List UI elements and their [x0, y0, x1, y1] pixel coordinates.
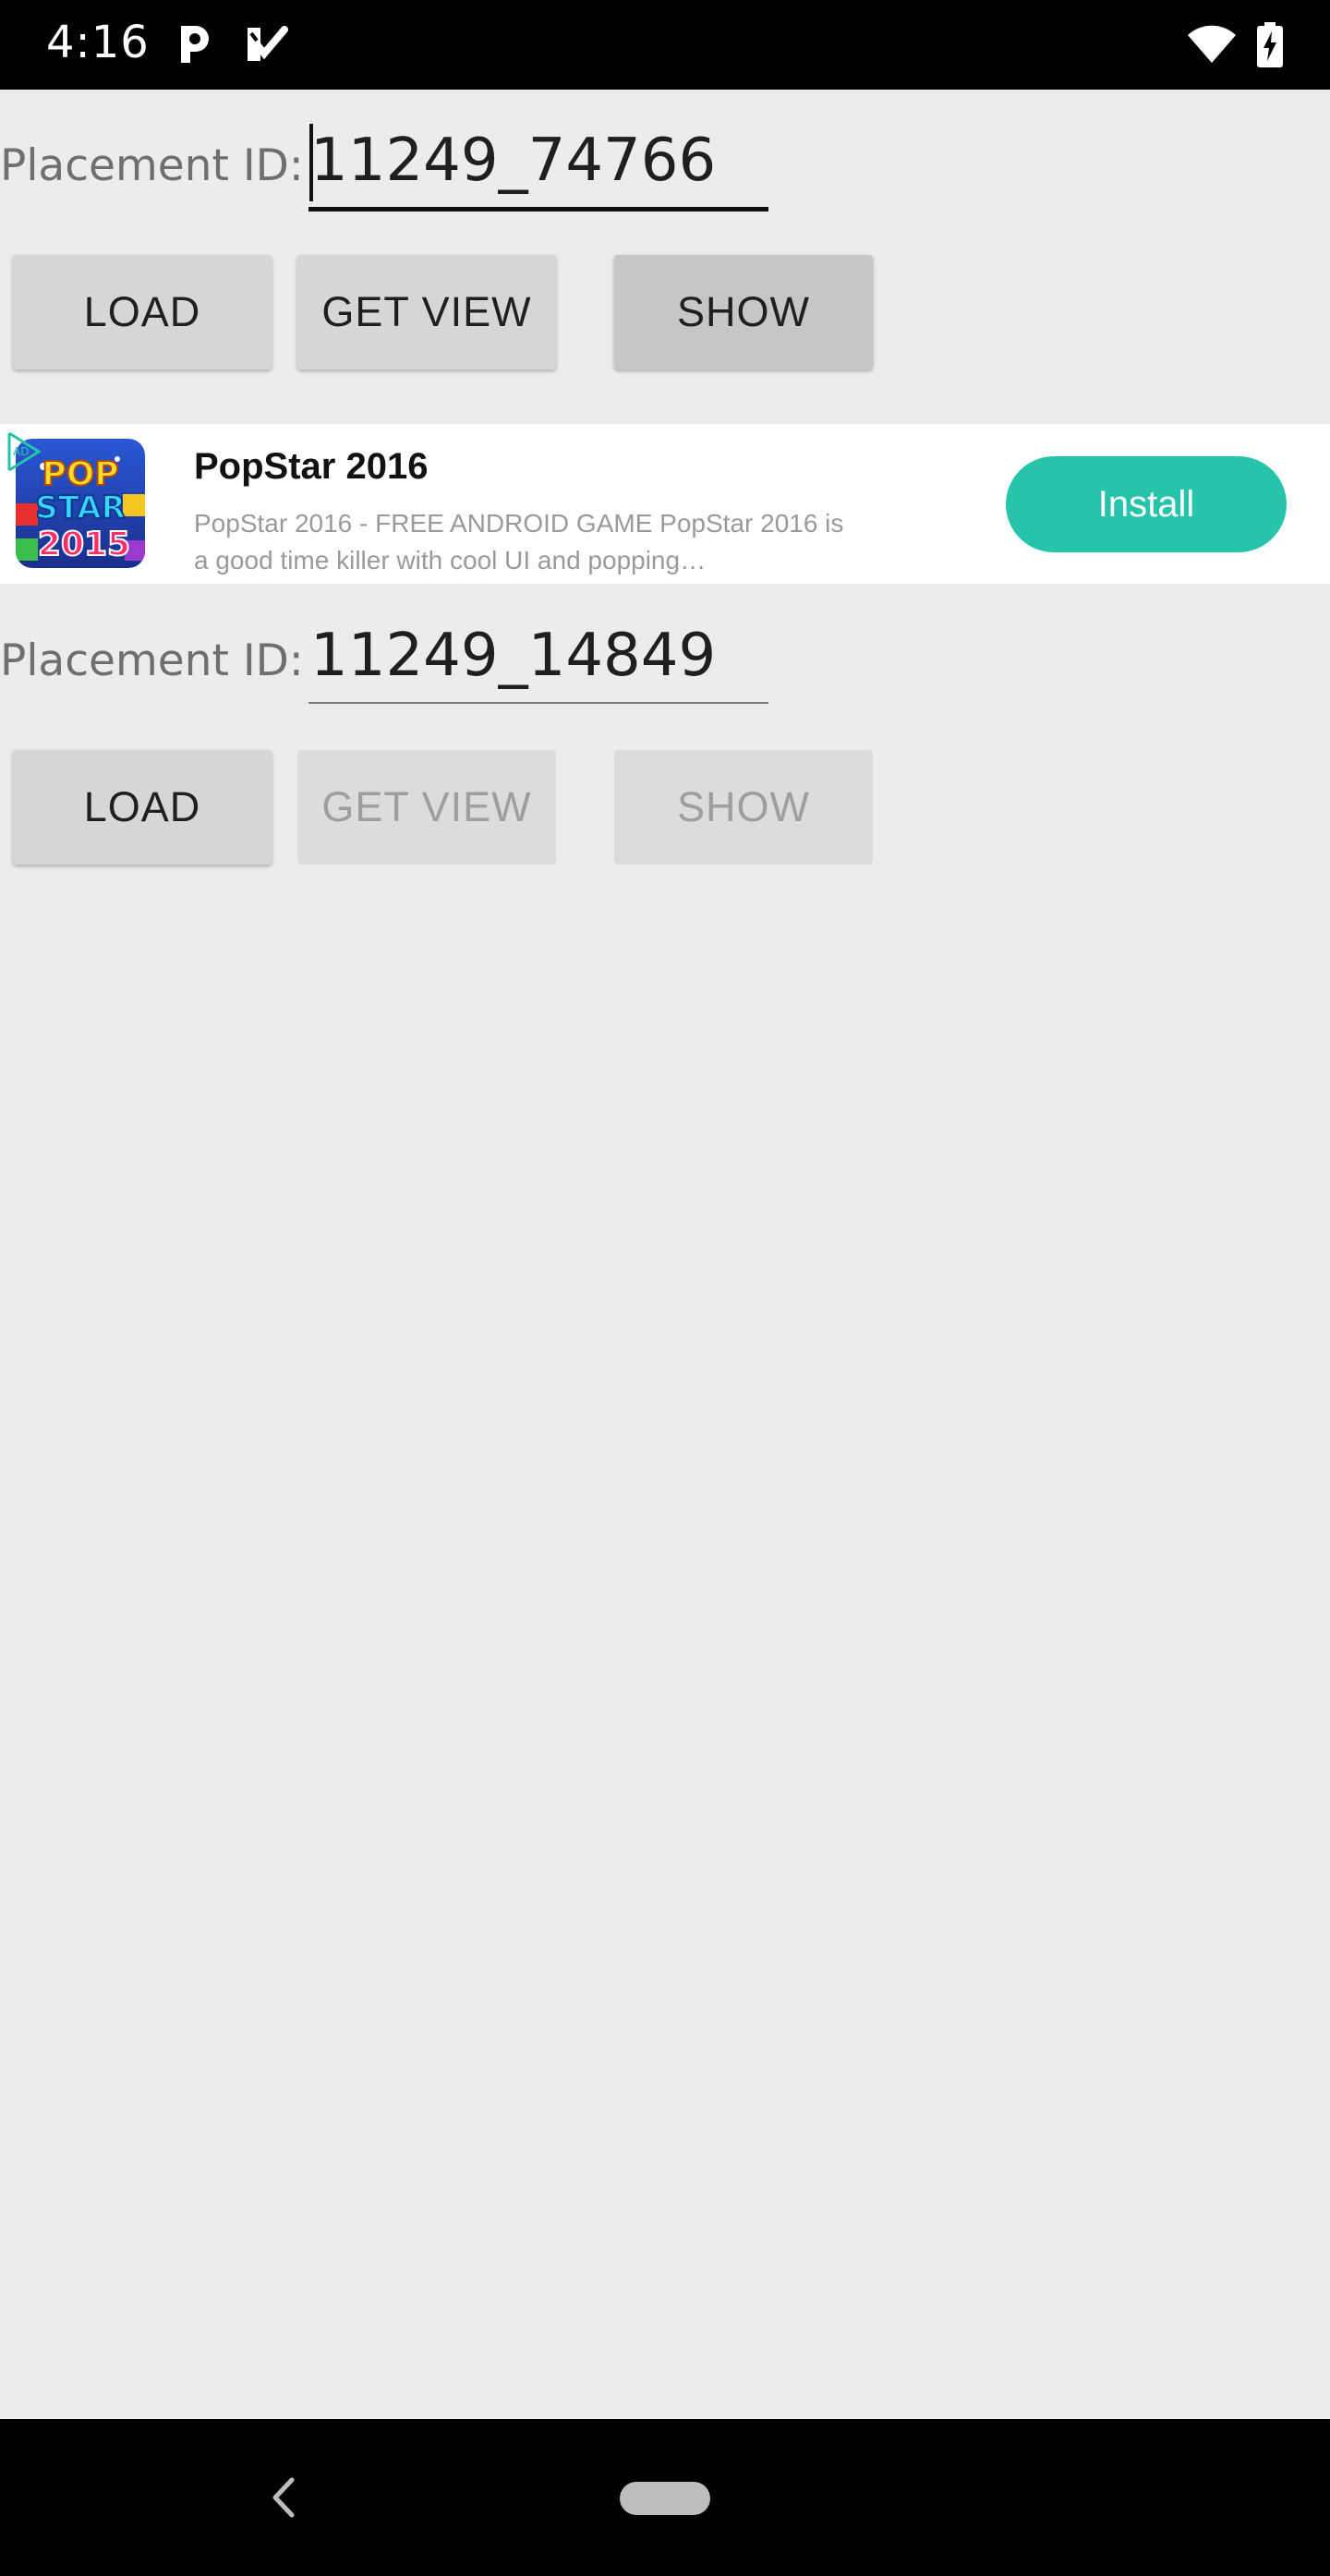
p-app-icon	[175, 22, 212, 70]
svg-text:POP: POP	[42, 455, 118, 493]
load-button[interactable]: LOAD	[13, 750, 272, 865]
svg-text:STAR: STAR	[35, 490, 126, 526]
get-view-button[interactable]: GET VIEW	[297, 750, 556, 865]
status-time: 4:16	[46, 17, 150, 68]
text-cursor	[309, 124, 313, 201]
ad-title: PopStar 2016	[194, 446, 429, 487]
show-button[interactable]: SHOW	[614, 750, 873, 865]
input-underline	[308, 702, 768, 704]
placement-row-2: Placement ID:	[0, 613, 1330, 715]
input-underline	[308, 207, 768, 212]
back-icon[interactable]	[268, 2476, 301, 2522]
placement-id-input[interactable]	[308, 118, 768, 203]
navigation-bar	[0, 2419, 1330, 2576]
wifi-icon	[1186, 24, 1238, 68]
install-button[interactable]: Install	[1006, 456, 1287, 552]
placement-id-label: Placement ID:	[0, 635, 304, 686]
ad-badge-icon[interactable]: AD	[6, 431, 42, 472]
show-button[interactable]: SHOW	[614, 255, 873, 369]
placement-row-1: Placement ID:	[0, 118, 1330, 220]
battery-charging-icon	[1256, 22, 1284, 72]
status-bar: 4:16	[0, 0, 1330, 90]
svg-text:AD: AD	[13, 445, 29, 458]
placement-id-label: Placement ID:	[0, 140, 304, 191]
check-app-icon	[244, 24, 288, 68]
get-view-button[interactable]: GET VIEW	[297, 255, 556, 369]
ad-description: PopStar 2016 - FREE ANDROID GAME PopStar…	[194, 509, 844, 574]
placement-id-input[interactable]	[308, 613, 768, 698]
svg-text:2015: 2015	[38, 526, 130, 563]
load-button[interactable]: LOAD	[13, 255, 272, 369]
home-pill-icon[interactable]	[620, 2482, 710, 2515]
native-ad-banner[interactable]: POP STAR 2015 AD PopStar 2016 PopStar 20…	[0, 424, 1330, 584]
